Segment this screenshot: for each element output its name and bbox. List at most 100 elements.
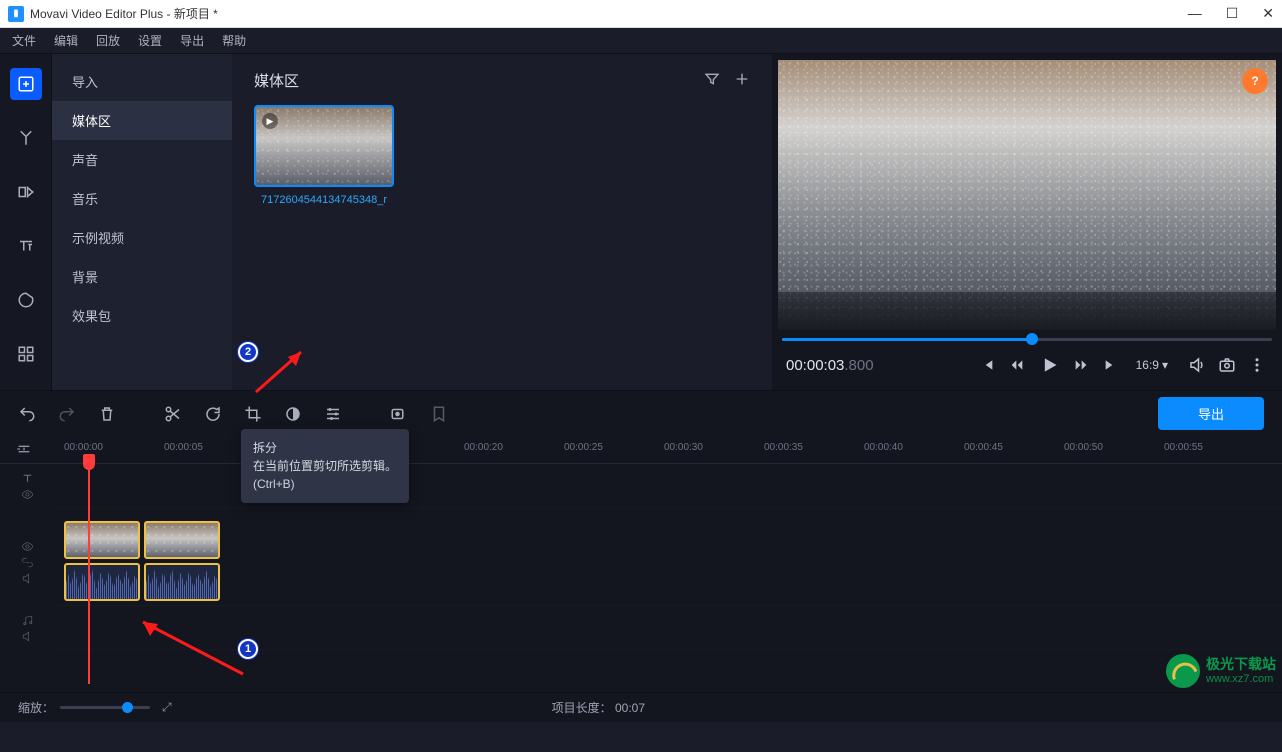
link-icon[interactable] <box>21 556 34 569</box>
video-clip-1[interactable] <box>64 521 140 559</box>
tab-filters-icon[interactable] <box>10 122 42 154</box>
help-button[interactable]: ? <box>1242 68 1268 94</box>
tab-titles-icon[interactable] <box>10 230 42 262</box>
ruler-tick: 00:00:40 <box>864 442 903 453</box>
chevron-down-icon: ▾ <box>1162 358 1168 372</box>
step-back-button[interactable] <box>1006 354 1028 376</box>
video-track-header[interactable] <box>0 518 54 606</box>
menu-edit[interactable]: 编辑 <box>54 32 78 49</box>
menu-settings[interactable]: 设置 <box>138 32 162 49</box>
timeline-toolbar: 导出 拆分 在当前位置剪切所选剪辑。 (Ctrl+B) <box>0 390 1282 436</box>
import-sidebar: 导入 媒体区 声音 音乐 示例视频 背景 效果包 <box>52 54 232 390</box>
window-title: Movavi Video Editor Plus - 新项目 * <box>30 5 218 22</box>
window-close-button[interactable]: ✕ <box>1262 5 1274 22</box>
window-minimize-button[interactable]: — <box>1188 5 1202 22</box>
music-track[interactable] <box>54 606 1282 650</box>
volume-button[interactable] <box>1186 354 1208 376</box>
play-button[interactable] <box>1036 352 1062 378</box>
prev-clip-button[interactable] <box>976 354 998 376</box>
snapshot-button[interactable] <box>1216 354 1238 376</box>
project-length-value: 00:07 <box>615 701 645 715</box>
more-preview-button[interactable] <box>1246 354 1268 376</box>
undo-button[interactable] <box>18 405 36 423</box>
title-track[interactable] <box>54 464 1282 508</box>
ruler-tick: 00:00:50 <box>1064 442 1103 453</box>
preview-panel: ? 00:00:03.800 16:9 ▾ <box>772 54 1282 390</box>
sidebar-item-sound[interactable]: 声音 <box>52 140 232 179</box>
next-clip-button[interactable] <box>1100 354 1122 376</box>
sidebar-item-music[interactable]: 音乐 <box>52 179 232 218</box>
tab-more-icon[interactable] <box>10 338 42 370</box>
ruler-tick: 00:00:25 <box>564 442 603 453</box>
mute-icon[interactable] <box>21 630 34 643</box>
site-watermark: 极光下载站 www.xz7.com <box>1166 654 1276 688</box>
preview-timecode: 00:00:03.800 <box>786 357 874 374</box>
split-tooltip: 拆分 在当前位置剪切所选剪辑。 (Ctrl+B) <box>241 429 409 503</box>
audio-track-header[interactable] <box>0 606 54 650</box>
sidebar-item-effects[interactable]: 效果包 <box>52 296 232 335</box>
ruler-tick: 00:00:00 <box>64 442 103 453</box>
audio-clip-1[interactable] <box>64 563 140 601</box>
timeline-footer: 缩放： ⤢ 项目长度： 00:07 <box>0 692 1282 722</box>
watermark-logo-icon <box>1166 654 1200 688</box>
redo-button[interactable] <box>58 405 76 423</box>
export-button[interactable]: 导出 <box>1158 397 1264 430</box>
add-track-button[interactable] <box>16 441 32 460</box>
media-clip[interactable]: ▶ 7172604544134745348_r <box>254 105 394 207</box>
video-clip-2[interactable] <box>144 521 220 559</box>
preview-seekbar[interactable] <box>782 336 1272 342</box>
menu-playback[interactable]: 回放 <box>96 32 120 49</box>
media-clip-name: 7172604544134745348_r <box>254 193 394 207</box>
left-tool-tabs <box>0 54 52 390</box>
ruler-tick: 00:00:20 <box>464 442 503 453</box>
sidebar-item-import[interactable]: 导入 <box>52 62 232 101</box>
tab-transitions-icon[interactable] <box>10 176 42 208</box>
menu-help[interactable]: 帮助 <box>222 32 246 49</box>
watermark-line1: 极光下载站 <box>1206 657 1276 672</box>
zoom-label: 缩放： <box>18 699 54 716</box>
sidebar-item-media[interactable]: 媒体区 <box>52 101 232 140</box>
step-forward-button[interactable] <box>1070 354 1092 376</box>
sidebar-item-sample[interactable]: 示例视频 <box>52 218 232 257</box>
ruler-tick: 00:00:05 <box>164 442 203 453</box>
split-button[interactable] <box>164 405 182 423</box>
mute-icon[interactable] <box>21 572 34 585</box>
visibility-icon[interactable] <box>21 488 34 501</box>
aspect-ratio-select[interactable]: 16:9 ▾ <box>1136 358 1168 372</box>
audio-clip-2[interactable] <box>144 563 220 601</box>
annotation-badge-2: 2 <box>238 342 258 362</box>
crop-button[interactable] <box>244 405 262 423</box>
ruler-tick: 00:00:35 <box>764 442 803 453</box>
window-maximize-button[interactable]: ☐ <box>1226 5 1239 22</box>
add-media-icon[interactable] <box>734 71 750 90</box>
play-badge-icon: ▶ <box>262 113 278 129</box>
media-clip-thumbnail[interactable]: ▶ <box>254 105 394 187</box>
ruler-tick: 00:00:30 <box>664 442 703 453</box>
color-adjust-button[interactable] <box>284 405 302 423</box>
ruler-tick: 00:00:45 <box>964 442 1003 453</box>
visibility-icon[interactable] <box>21 540 34 553</box>
menu-bar: 文件 编辑 回放 设置 导出 帮助 <box>0 28 1282 54</box>
window-titlebar: ▮ Movavi Video Editor Plus - 新项目 * — ☐ ✕ <box>0 0 1282 28</box>
title-track-header[interactable] <box>0 464 54 508</box>
app-logo-icon: ▮ <box>8 6 24 22</box>
sidebar-item-background[interactable]: 背景 <box>52 257 232 296</box>
zoom-slider[interactable] <box>60 706 150 709</box>
preview-video[interactable] <box>778 60 1276 330</box>
delete-button[interactable] <box>98 405 116 423</box>
menu-file[interactable]: 文件 <box>12 32 36 49</box>
rotate-button[interactable] <box>204 405 222 423</box>
watermark-line2: www.xz7.com <box>1206 673 1276 685</box>
video-track[interactable] <box>54 518 1282 606</box>
marker-button[interactable] <box>430 405 448 423</box>
filter-icon[interactable] <box>704 71 720 90</box>
clip-properties-button[interactable] <box>324 405 342 423</box>
record-button[interactable] <box>390 405 408 423</box>
tab-stickers-icon[interactable] <box>10 284 42 316</box>
zoom-fit-icon[interactable]: ⤢ <box>162 700 172 715</box>
project-length-label: 项目长度： <box>552 701 612 715</box>
menu-export[interactable]: 导出 <box>180 32 204 49</box>
timeline-ruler[interactable]: 00:00:00 00:00:05 00:00:10 00:00:15 00:0… <box>0 436 1282 464</box>
tab-import-icon[interactable] <box>10 68 42 100</box>
media-panel: 媒体区 ▶ 7172604544134745348_r 2 <box>232 54 772 390</box>
